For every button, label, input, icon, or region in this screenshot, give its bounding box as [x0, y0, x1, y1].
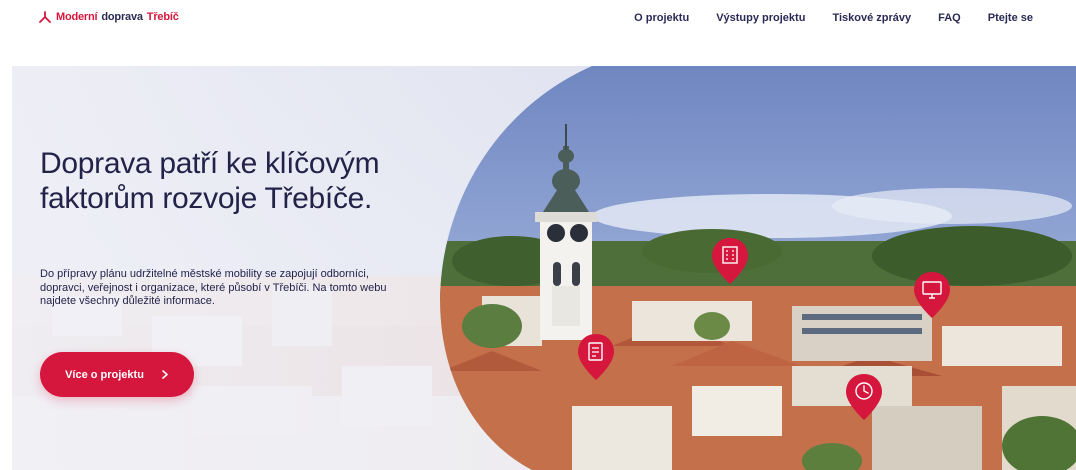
nav-item-o-projektu[interactable]: O projektu — [634, 12, 689, 24]
nav-item-ptejte-se[interactable]: Ptejte se — [988, 12, 1033, 24]
main-nav: O projektu Výstupy projektu Tiskové zprá… — [634, 12, 1033, 24]
hero-content: Doprava patří ke klíčovým faktorům rozvo… — [12, 66, 1076, 470]
logo-text-moderni: Moderní — [56, 11, 98, 23]
nav-item-faq[interactable]: FAQ — [938, 12, 961, 24]
more-about-project-button[interactable]: Více o projektu — [40, 352, 194, 397]
nav-item-vystupy-projektu[interactable]: Výstupy projektu — [716, 12, 805, 24]
hero-title: Doprava patří ke klíčovým faktorům rozvo… — [40, 147, 380, 215]
logo-text-doprava: doprava — [101, 11, 143, 23]
hero-section: Doprava patří ke klíčovým faktorům rozvo… — [12, 66, 1076, 470]
hero-description: Do přípravy plánu udržitelné městské mob… — [40, 268, 387, 307]
document-pin-icon[interactable] — [576, 332, 616, 382]
chevron-right-icon — [162, 370, 168, 379]
site-header: Moderní doprava Třebíč O projektu Výstup… — [0, 0, 1076, 40]
logo-text-trebic: Třebíč — [146, 11, 179, 23]
cta-label: Více o projektu — [65, 368, 144, 381]
site-logo[interactable]: Moderní doprava Třebíč — [38, 11, 179, 23]
monitor-pin-icon[interactable] — [912, 270, 952, 320]
building-pin-icon[interactable] — [710, 236, 750, 286]
nav-item-tiskove-zpravy[interactable]: Tiskové zprávy — [832, 12, 911, 24]
logo-figure-icon — [39, 11, 51, 23]
clock-pin-icon[interactable] — [844, 372, 884, 422]
